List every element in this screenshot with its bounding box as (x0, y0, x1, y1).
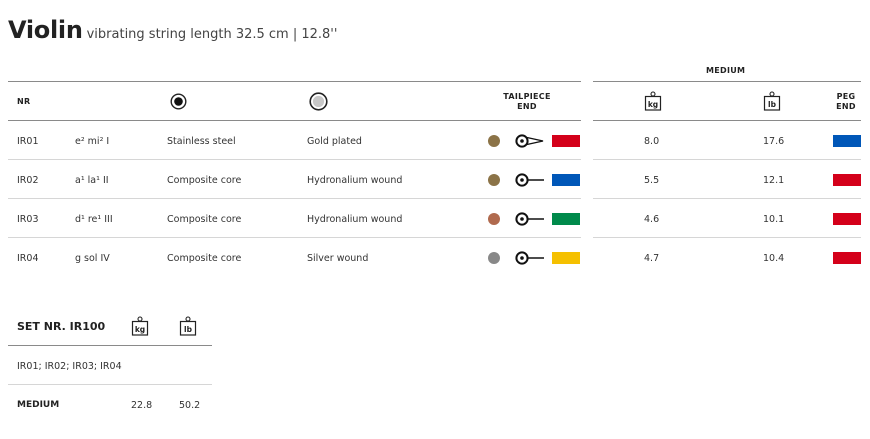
lb-unit-label: lb (768, 100, 777, 109)
row-wrap: Gold plated (307, 136, 362, 147)
set-header-rule (8, 345, 212, 346)
tailpiece-header-line1: TAILPIECE (503, 92, 551, 101)
peg-color-bar (833, 174, 861, 186)
row-nr: IR02 (17, 175, 39, 186)
row-core: Stainless steel (167, 136, 236, 147)
header-bottom-rule-right (593, 120, 861, 121)
row-divider (8, 237, 581, 238)
color-dot (488, 252, 500, 264)
tailpiece-color-bar (552, 174, 580, 186)
row-divider (593, 159, 861, 160)
tailpiece-color-bar (552, 252, 580, 264)
lb-weight-icon: lb (763, 91, 781, 111)
row-lb: 17.6 (763, 136, 785, 147)
header-bottom-rule-left (8, 120, 581, 121)
tailpiece-color-bar (552, 135, 580, 147)
row-kg: 5.5 (644, 175, 660, 186)
row-divider (593, 198, 861, 199)
set-divider (8, 384, 212, 385)
row-wrap: Hydronalium wound (307, 175, 403, 186)
tailpiece-header-line2: END (517, 102, 537, 111)
col-header-tailpiece-end: TAILPIECE END (497, 92, 557, 112)
row-core: Composite core (167, 214, 242, 225)
row-core: Composite core (167, 253, 242, 264)
row-divider (593, 237, 861, 238)
color-dot (488, 174, 500, 186)
row-lb: 10.1 (763, 214, 785, 225)
color-dot (488, 135, 500, 147)
loop-end-icon (514, 133, 548, 149)
col-header-nr: NR (17, 97, 31, 106)
set-kg-value: 22.8 (131, 400, 153, 411)
header-rule-right (593, 81, 861, 82)
ball-end-icon (514, 172, 548, 188)
kg-weight-icon: kg (644, 91, 662, 111)
row-note: g sol IV (75, 253, 110, 264)
ball-end-icon (514, 250, 548, 266)
row-core: Composite core (167, 175, 242, 186)
peg-color-bar (833, 213, 861, 225)
header-rule-left (8, 81, 581, 82)
row-wrap: Hydronalium wound (307, 214, 403, 225)
ball-end-icon (514, 211, 548, 227)
row-divider (8, 198, 581, 199)
set-tension-label: MEDIUM (17, 400, 60, 410)
row-nr: IR04 (17, 253, 39, 264)
filled-circle-icon (170, 93, 187, 110)
peg-color-bar (833, 252, 861, 264)
set-lb-value: 50.2 (179, 400, 201, 411)
peg-color-bar (833, 135, 861, 147)
row-lb: 12.1 (763, 175, 785, 186)
row-nr: IR03 (17, 214, 39, 225)
page-title: Violin vibrating string length 32.5 cm | … (8, 16, 337, 44)
kg-unit-label: kg (135, 325, 145, 334)
color-dot (488, 213, 500, 225)
instrument-subtitle: vibrating string length 32.5 cm | 12.8'' (86, 27, 338, 42)
kg-weight-icon: kg (131, 316, 149, 336)
row-wrap: Silver wound (307, 253, 369, 264)
row-lb: 10.4 (763, 253, 785, 264)
grey-circle-icon (309, 92, 328, 111)
tailpiece-color-bar (552, 213, 580, 225)
instrument-name: Violin (8, 16, 83, 44)
set-label: SET NR. IR100 (17, 320, 106, 333)
row-nr: IR01 (17, 136, 39, 147)
peg-header-line1: PEG (836, 92, 856, 101)
row-note: a¹ la¹ II (75, 175, 109, 186)
row-kg: 4.7 (644, 253, 660, 264)
col-header-peg-end: PEG END (828, 92, 864, 112)
row-divider (8, 159, 581, 160)
lb-weight-icon: lb (179, 316, 197, 336)
set-strings: IR01; IR02; IR03; IR04 (17, 361, 122, 372)
peg-header-line2: END (836, 102, 856, 111)
kg-unit-label: kg (648, 100, 658, 109)
col-header-medium: MEDIUM (706, 66, 746, 75)
lb-unit-label: lb (184, 325, 193, 334)
row-note: e² mi² I (75, 136, 110, 147)
row-kg: 8.0 (644, 136, 660, 147)
row-note: d¹ re¹ III (75, 214, 113, 225)
row-kg: 4.6 (644, 214, 660, 225)
